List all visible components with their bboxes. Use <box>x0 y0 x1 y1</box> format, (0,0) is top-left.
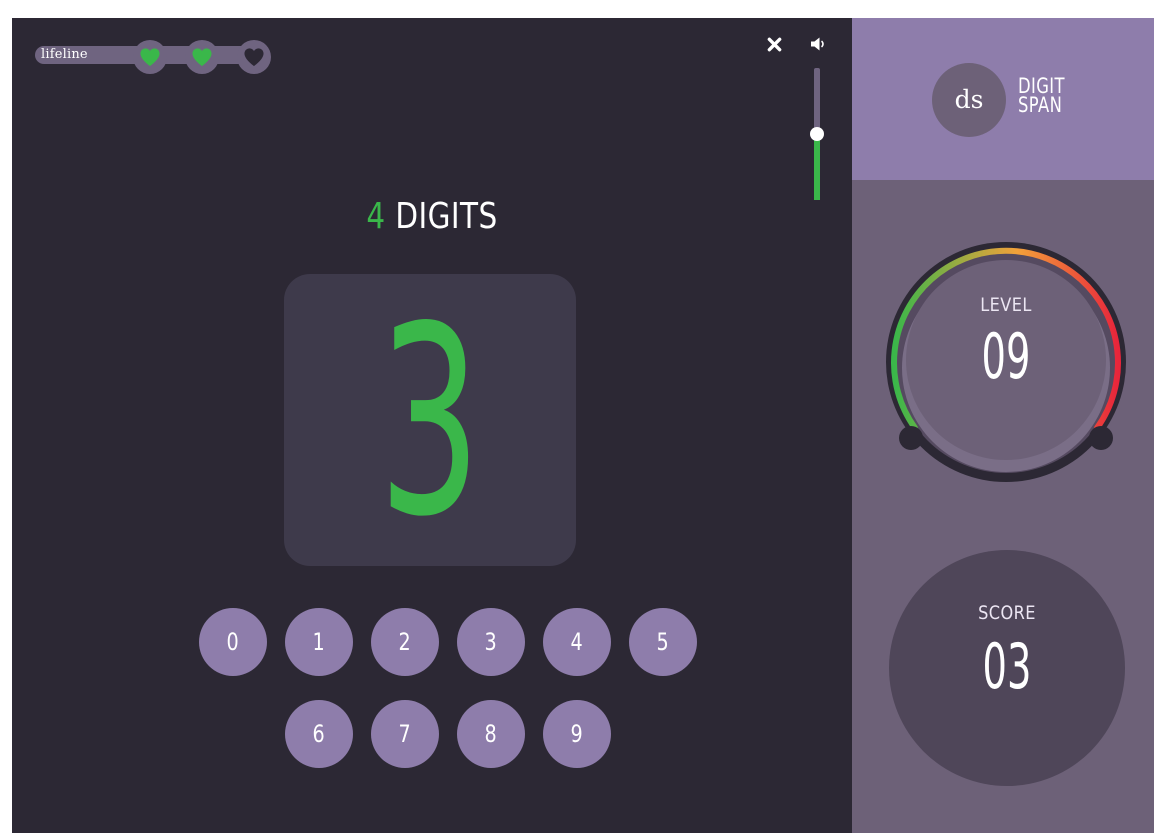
score-value: 03 <box>982 630 1032 703</box>
level-value: 09 <box>981 320 1031 393</box>
digit-display: 3 <box>284 274 576 566</box>
level-gauge: LEVEL 09 <box>886 242 1126 482</box>
key-0[interactable]: 0 <box>199 608 267 676</box>
key-4[interactable]: 4 <box>543 608 611 676</box>
key-2[interactable]: 2 <box>371 608 439 676</box>
heart-icon <box>192 48 212 67</box>
lifeline-label: lifeline <box>41 47 88 62</box>
current-digit: 3 <box>378 274 482 566</box>
score-display: SCORE 03 <box>889 550 1125 786</box>
heart-1 <box>133 40 167 74</box>
key-3[interactable]: 3 <box>457 608 525 676</box>
game-area: lifeline 4 DIGITS 3 0 1 2 3 4 5 6 7 8 9 <box>12 18 852 833</box>
heart-3 <box>237 40 271 74</box>
digit-count: 4 <box>366 196 386 237</box>
sound-button[interactable] <box>808 34 830 54</box>
key-8[interactable]: 8 <box>457 700 525 768</box>
key-5[interactable]: 5 <box>629 608 697 676</box>
digits-label: DIGITS <box>395 196 498 237</box>
digits-heading: 4 DIGITS <box>88 196 777 237</box>
close-button[interactable] <box>764 34 784 54</box>
brand-name-line2: SPAN <box>1018 93 1063 117</box>
brand-header: ds DIGIT SPAN <box>852 18 1154 180</box>
game-window: lifeline 4 DIGITS 3 0 1 2 3 4 5 6 7 8 9 … <box>12 18 1154 833</box>
volume-fill <box>814 134 820 200</box>
speaker-icon <box>811 37 824 51</box>
close-icon <box>767 37 781 51</box>
volume-knob[interactable] <box>810 127 824 141</box>
key-7[interactable]: 7 <box>371 700 439 768</box>
score-label: SCORE <box>978 602 1036 624</box>
lifeline: lifeline <box>35 40 273 74</box>
key-9[interactable]: 9 <box>543 700 611 768</box>
side-panel: ds DIGIT SPAN LEVEL 09 SCORE 03 <box>852 18 1154 833</box>
heart-icon <box>140 48 160 67</box>
heart-2 <box>185 40 219 74</box>
heart-icon <box>244 48 264 67</box>
key-6[interactable]: 6 <box>285 700 353 768</box>
key-1[interactable]: 1 <box>285 608 353 676</box>
level-label: LEVEL <box>980 294 1032 316</box>
volume-slider[interactable] <box>810 68 824 200</box>
brand-logo: ds <box>932 63 1006 137</box>
brand-badge-text: ds <box>954 84 984 114</box>
brand-name: DIGIT SPAN <box>1018 76 1088 117</box>
